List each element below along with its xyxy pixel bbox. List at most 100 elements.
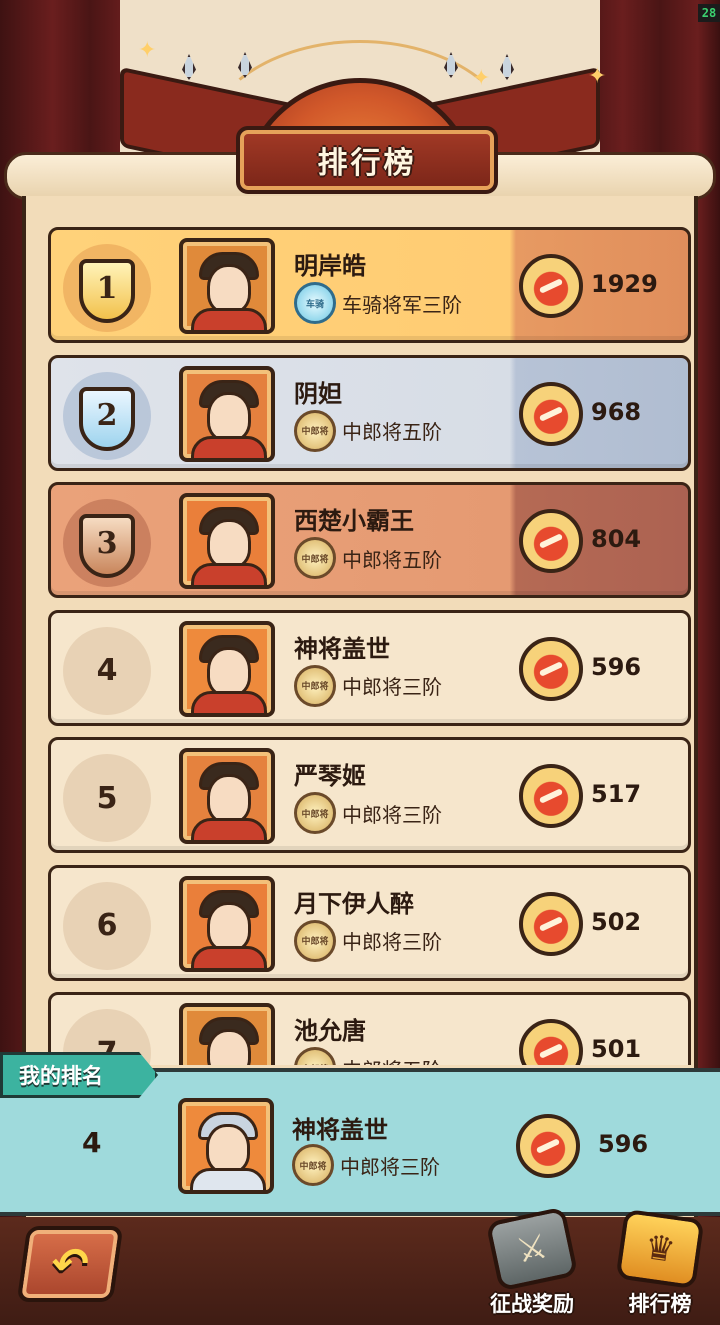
rank-indicator: 6	[63, 881, 151, 970]
avatar-face	[207, 264, 251, 314]
back-button[interactable]: ↶	[16, 1226, 124, 1302]
my-title-text: 中郎将三阶	[340, 1154, 440, 1179]
player-title: 中郎将五阶	[342, 1054, 442, 1066]
avatar-face	[207, 391, 251, 442]
avatar-face	[207, 1029, 251, 1065]
player-avatar[interactable]	[179, 238, 275, 334]
my-title-badge: 中郎将 中郎将三阶	[292, 1144, 440, 1186]
rank-badge-icon: 中郎将	[294, 919, 336, 962]
my-rank-tab: 我的排名	[0, 1052, 158, 1098]
avatar-face	[207, 646, 251, 697]
player-title: 车骑将军三阶	[342, 292, 462, 317]
my-player-name: 神将盖世	[292, 1116, 388, 1144]
player-avatar[interactable]	[179, 365, 275, 462]
player-title: 中郎将五阶	[342, 420, 442, 444]
rank-number: 3	[96, 525, 118, 561]
score-coin-icon	[519, 1019, 583, 1065]
page-title: 排行榜	[317, 146, 417, 181]
title-badge: 车骑 车骑将军三阶	[294, 282, 462, 324]
player-name: 严琴姬	[294, 762, 366, 790]
crossed-swords-icon: ⚔	[485, 1206, 579, 1292]
avatar-armor	[190, 1168, 266, 1190]
rank-badge-icon: 中郎将	[294, 537, 336, 579]
player-score: 1929	[591, 270, 658, 298]
avatar-face	[206, 1124, 250, 1174]
rank-indicator: 4	[63, 626, 151, 715]
rank-badge-icon: 中郎将	[292, 1144, 334, 1186]
avatar-face	[207, 774, 251, 824]
sparkle-icon: ✦	[472, 66, 491, 91]
score-coin-icon	[519, 891, 583, 956]
player-title: 中郎将三阶	[342, 802, 442, 827]
title-badge: 中郎将 中郎将三阶	[294, 919, 442, 962]
player-score: 517	[591, 780, 642, 808]
player-name: 明岸皓	[294, 252, 366, 280]
avatar-armor	[191, 435, 267, 458]
back-arrow-icon: ↶	[47, 1238, 93, 1290]
avatar-armor	[191, 563, 267, 585]
bronze-medal-icon: 3	[75, 508, 139, 578]
player-avatar[interactable]	[179, 620, 275, 717]
player-avatar[interactable]	[179, 875, 275, 972]
my-rank-tab-label: 我的排名	[19, 1064, 103, 1088]
rank-number: 4	[96, 653, 118, 688]
score-coin-icon	[516, 1114, 580, 1178]
avatar-armor	[191, 945, 267, 968]
leaderboard-row[interactable]: 4 神将盖世 中郎将 中郎将三阶 596	[48, 609, 691, 726]
avatar-face	[207, 519, 251, 569]
avatar-face	[207, 901, 251, 952]
sparkle-icon: ✦	[588, 64, 607, 89]
rank-indicator: 1	[63, 244, 151, 332]
rank-badge-icon: 中郎将	[294, 792, 336, 834]
leaderboard-row[interactable]: 3 西楚小霸王 中郎将 中郎将五阶 804	[48, 482, 691, 598]
rank-number: 1	[96, 270, 118, 306]
title-badge: 中郎将中郎将五阶	[294, 1047, 442, 1065]
player-name: 阴妲	[294, 379, 342, 408]
score-coin-icon	[519, 636, 583, 701]
player-name: 月下伊人醉	[294, 889, 414, 918]
my-avatar[interactable]	[178, 1098, 274, 1194]
leaderboard-row[interactable]: 7池允唐中郎将中郎将五阶501	[48, 992, 691, 1065]
title-badge: 中郎将 中郎将三阶	[294, 664, 442, 707]
player-avatar[interactable]	[179, 1003, 275, 1065]
leaderboard-button[interactable]: ♛ 排行榜	[602, 1208, 718, 1325]
player-title: 中郎将三阶	[342, 930, 442, 954]
score-coin-icon	[519, 254, 583, 318]
title-badge: 中郎将中郎将五阶	[294, 537, 442, 579]
rank-indicator: 3	[63, 499, 151, 587]
player-name: 神将盖世	[294, 634, 390, 663]
score-coin-icon	[519, 764, 583, 828]
rank-badge-icon: 中郎将	[294, 1047, 336, 1065]
rank-number: 5	[96, 780, 118, 816]
leaderboard-row[interactable]: 1 明岸皓 车骑 车骑将军三阶 1929	[48, 227, 691, 343]
silver-medal-icon: 2	[75, 381, 139, 451]
player-title: 中郎将五阶	[342, 547, 442, 572]
player-score: 968	[591, 397, 642, 426]
player-name: 西楚小霸王	[294, 507, 414, 535]
title-plate: 排行榜	[236, 126, 498, 194]
campaign-reward-button[interactable]: ⚔ 征战奖励	[474, 1206, 590, 1325]
score-coin-icon	[519, 381, 583, 446]
player-avatar[interactable]	[179, 493, 275, 589]
leaderboard-row[interactable]: 2 阴妲 中郎将 中郎将五阶 968	[48, 354, 691, 471]
leaderboard-list[interactable]: 1 明岸皓 车骑 车骑将军三阶 1929 2 阴妲 中郎将 中郎将五阶 968 3 西楚小霸王 中郎将中…	[48, 227, 691, 1065]
leaderboard-row[interactable]: 6 月下伊人醉 中郎将 中郎将三阶 502	[48, 864, 691, 981]
player-score: 502	[591, 907, 642, 936]
avatar-armor	[191, 818, 267, 840]
sparkle-icon: ✦	[138, 38, 157, 63]
rank-indicator: 2	[63, 371, 151, 460]
player-avatar[interactable]	[179, 748, 275, 844]
player-title: 中郎将三阶	[342, 675, 442, 699]
gold-medal-icon: 1	[75, 253, 139, 323]
my-rank-number: 4	[82, 1126, 102, 1159]
rank-badge-icon: 车骑	[294, 282, 336, 324]
player-name: 池允唐	[294, 1017, 366, 1045]
leaderboard-row[interactable]: 5 严琴姬 中郎将 中郎将三阶 517	[48, 737, 691, 853]
title-badge: 中郎将 中郎将三阶	[294, 792, 442, 834]
title-badge: 中郎将中郎将五阶	[294, 409, 442, 452]
player-score: 501	[591, 1035, 642, 1063]
rank-badge-icon: 中郎将	[294, 409, 336, 452]
rank-number: 2	[96, 398, 118, 433]
rank-badge-icon: 中郎将	[294, 664, 336, 707]
rank-number: 6	[96, 908, 118, 943]
